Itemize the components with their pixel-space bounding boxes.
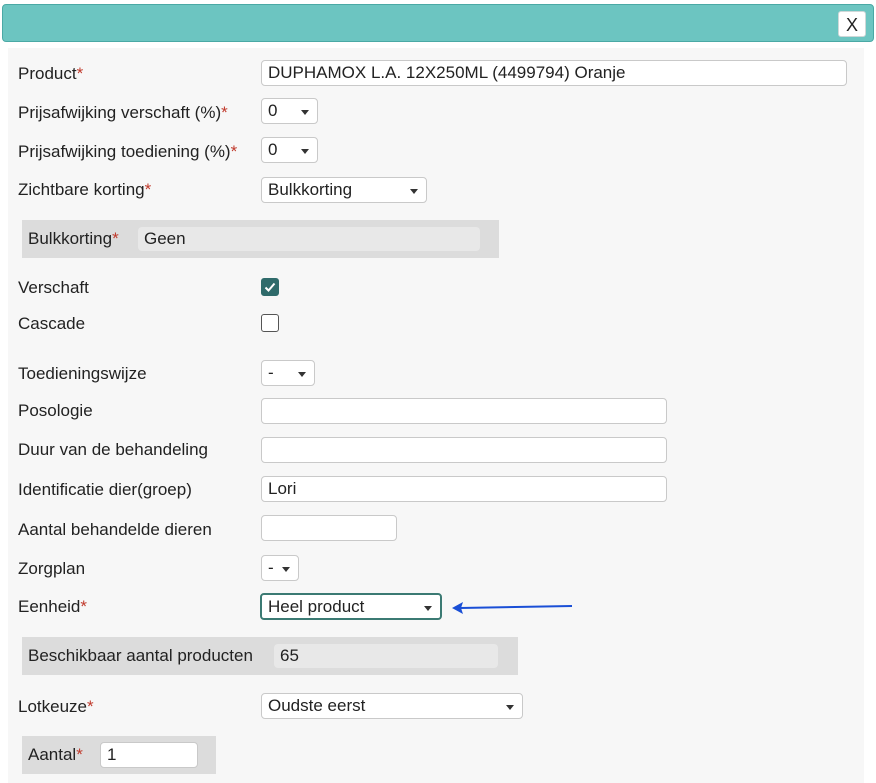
chevron-down-icon: [301, 149, 309, 154]
identificatie-label: Identificatie dier(groep): [18, 480, 192, 499]
prijs-toediening-label: Prijsafwijking toediening (%)*: [18, 142, 238, 161]
chevron-down-icon: [282, 567, 290, 572]
identificatie-input[interactable]: Lori: [261, 476, 667, 502]
duur-input[interactable]: [261, 437, 667, 463]
chevron-down-icon: [424, 606, 432, 611]
dialog-titlebar: X: [2, 4, 874, 42]
product-label: Product*: [18, 64, 84, 83]
bulkkorting-value: Geen: [138, 227, 480, 251]
aantal-input[interactable]: 1: [100, 742, 198, 768]
prijs-verschaft-select[interactable]: 0: [261, 98, 318, 124]
aantal-panel: Aantal* 1: [22, 736, 216, 774]
verschaft-label: Verschaft: [18, 278, 89, 297]
chevron-down-icon: [298, 372, 306, 377]
bulkkorting-panel: Bulkkorting* Geen: [22, 220, 499, 258]
prijs-verschaft-label: Prijsafwijking verschaft (%)*: [18, 103, 228, 122]
eenheid-label: Eenheid*: [18, 597, 88, 616]
aantal-dieren-label: Aantal behandelde dieren: [18, 520, 212, 539]
cascade-checkbox[interactable]: [261, 314, 279, 332]
zorgplan-label: Zorgplan: [18, 559, 86, 578]
product-form: Product* DUPHAMOX L.A. 12X250ML (4499794…: [8, 48, 864, 783]
close-button[interactable]: X: [838, 11, 866, 37]
cascade-label: Cascade: [18, 314, 86, 333]
duur-label: Duur van de behandeling: [18, 440, 208, 459]
lotkeuze-select[interactable]: Oudste eerst: [261, 693, 523, 719]
aantal-dieren-input[interactable]: [261, 515, 397, 541]
toedieningswijze-select[interactable]: -: [261, 360, 315, 386]
arrow-left-icon: [452, 602, 573, 614]
chevron-down-icon: [301, 110, 309, 115]
posologie-input[interactable]: [261, 398, 667, 424]
checkmark-icon: [264, 282, 276, 292]
beschikbaar-value: 65: [274, 644, 498, 668]
verschaft-checkbox[interactable]: [261, 278, 279, 296]
bulkkorting-label: Bulkkorting*: [28, 229, 119, 248]
chevron-down-icon: [410, 189, 418, 194]
zichtbare-korting-select[interactable]: Bulkkorting: [261, 177, 427, 203]
aantal-label: Aantal*: [28, 745, 83, 764]
chevron-down-icon: [506, 705, 514, 710]
posologie-label: Posologie: [18, 401, 93, 420]
toedieningswijze-label: Toedieningswijze: [18, 364, 147, 383]
eenheid-select[interactable]: Heel product: [260, 593, 442, 620]
beschikbaar-panel: Beschikbaar aantal producten 65: [22, 637, 518, 675]
zichtbare-korting-label: Zichtbare korting*: [18, 180, 152, 199]
product-input[interactable]: DUPHAMOX L.A. 12X250ML (4499794) Oranje: [261, 60, 847, 86]
zorgplan-select[interactable]: -: [261, 555, 299, 581]
beschikbaar-label: Beschikbaar aantal producten: [28, 646, 253, 665]
lotkeuze-label: Lotkeuze*: [18, 697, 94, 716]
prijs-toediening-select[interactable]: 0: [261, 137, 318, 163]
